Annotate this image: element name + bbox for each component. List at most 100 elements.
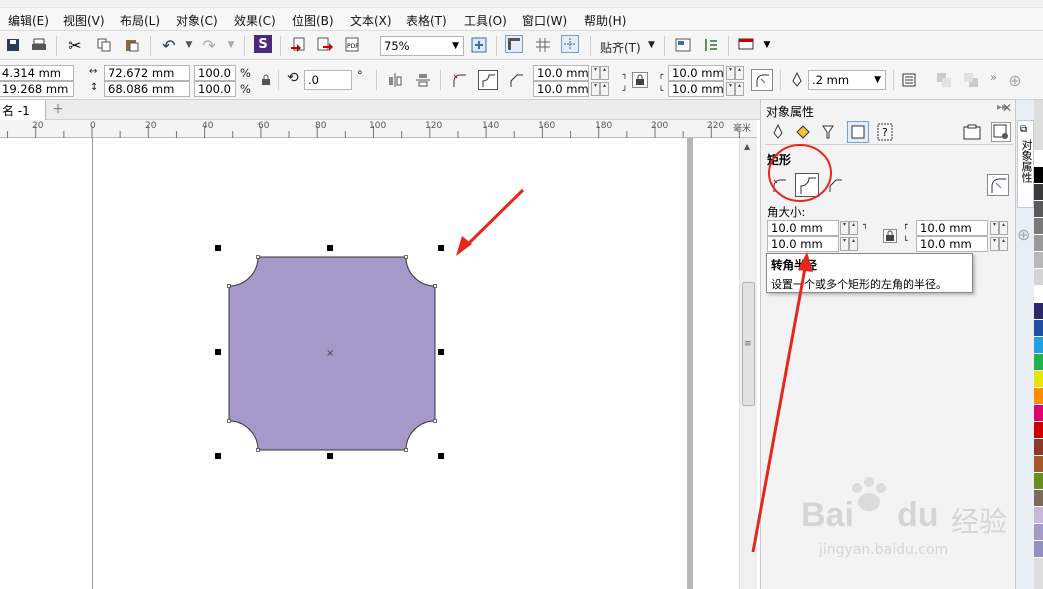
rulers-toggle-icon[interactable]: [505, 35, 523, 53]
lock-corners-icon[interactable]: [883, 229, 897, 243]
corner-tl-spinner-up[interactable]: ▴: [849, 221, 858, 235]
color-swatch[interactable]: [1034, 150, 1043, 167]
cut-icon[interactable]: ✂: [66, 36, 84, 55]
welcome-screen-icon[interactable]: [737, 36, 755, 54]
corner-tr-spinner[interactable]: ▾: [726, 66, 735, 80]
color-swatch[interactable]: [1034, 541, 1043, 558]
corner-radius-bottom-left[interactable]: 10.0 mm: [533, 81, 589, 97]
summary-tab-icon[interactable]: ?: [877, 123, 893, 144]
corner-tl-spinner-up[interactable]: ▴: [600, 66, 609, 80]
color-swatch[interactable]: [1034, 405, 1043, 422]
redo-icon[interactable]: ↷: [200, 36, 218, 55]
welcome-dropdown-icon[interactable]: ▼: [758, 36, 776, 54]
menu-edit[interactable]: 编辑(E): [8, 12, 49, 29]
corner-radius-top-left[interactable]: 10.0 mm: [533, 65, 589, 81]
color-swatch[interactable]: [1034, 252, 1043, 269]
corner-radius-top-right[interactable]: 10.0 mm: [916, 220, 988, 236]
menu-object[interactable]: 对象(C): [176, 12, 218, 29]
color-swatch[interactable]: [1034, 524, 1043, 541]
undo-dropdown-icon[interactable]: ▼: [180, 36, 198, 54]
menu-layout[interactable]: 布局(L): [120, 12, 160, 29]
color-swatch[interactable]: [1034, 422, 1043, 439]
color-swatch[interactable]: [1034, 184, 1043, 201]
copy-icon[interactable]: [95, 36, 113, 54]
corner-tl-spinner[interactable]: ▾: [840, 221, 849, 235]
height-field[interactable]: 68.086 mm: [104, 81, 190, 97]
add-docker-icon[interactable]: ⊕: [1017, 225, 1030, 244]
relative-corner-scaling-icon[interactable]: [751, 69, 773, 91]
corner-radius-bottom-right[interactable]: 10.0 mm: [916, 236, 988, 252]
menu-tools[interactable]: 工具(O): [464, 12, 507, 29]
corner-radius-bottom-right[interactable]: 10.0 mm: [668, 81, 724, 97]
color-swatch[interactable]: [1034, 337, 1043, 354]
color-swatch[interactable]: [1034, 490, 1043, 507]
corner-tr-spinner[interactable]: ▾: [990, 221, 999, 235]
color-swatch[interactable]: [1034, 218, 1043, 235]
menu-text[interactable]: 文本(X): [350, 12, 392, 29]
object-properties-side-tab[interactable]: ⧉ 对象属性: [1017, 120, 1034, 208]
color-swatch[interactable]: [1034, 439, 1043, 456]
frame-icon[interactable]: [963, 124, 981, 143]
close-icon[interactable]: ✕: [1002, 101, 1012, 115]
guidelines-toggle-icon[interactable]: [561, 35, 579, 53]
corner-br-spinner-up[interactable]: ▴: [999, 237, 1008, 251]
options-icon[interactable]: [674, 36, 692, 54]
rotation-field[interactable]: .0: [304, 70, 352, 90]
color-swatch[interactable]: [1034, 303, 1043, 320]
rectangle-tab-icon[interactable]: [847, 121, 869, 143]
menu-table[interactable]: 表格(T): [406, 12, 447, 29]
menu-window[interactable]: 窗口(W): [522, 12, 567, 29]
color-swatch[interactable]: [1034, 456, 1043, 473]
mirror-horizontal-icon[interactable]: [386, 71, 404, 89]
menu-effects[interactable]: 效果(C): [234, 12, 276, 29]
menu-help[interactable]: 帮助(H): [584, 12, 626, 29]
corner-tl-spinner[interactable]: ▾: [591, 66, 600, 80]
undo-icon[interactable]: ↶: [160, 36, 178, 55]
drawing-canvas[interactable]: ▲ ≡ ×: [0, 138, 757, 589]
more-options-icon[interactable]: »: [990, 70, 997, 84]
corner-tr-spinner-up[interactable]: ▴: [735, 66, 744, 80]
color-swatch[interactable]: [1034, 235, 1043, 252]
corner-radius-top-left[interactable]: 10.0 mm: [767, 220, 839, 236]
color-swatch[interactable]: [1034, 371, 1043, 388]
color-swatch[interactable]: [1034, 473, 1043, 490]
menu-view[interactable]: 视图(V): [63, 12, 105, 29]
corel-search-icon[interactable]: S: [254, 35, 272, 53]
chamfered-corner-icon[interactable]: [507, 71, 525, 89]
corner-tr-spinner-up[interactable]: ▴: [999, 221, 1008, 235]
corner-bl-spinner[interactable]: ▾: [840, 237, 849, 251]
application-launcher-icon[interactable]: [702, 36, 720, 54]
corner-radius-top-right[interactable]: 10.0 mm: [668, 65, 724, 81]
width-field[interactable]: 72.672 mm: [104, 65, 190, 81]
import-icon[interactable]: [289, 36, 307, 54]
color-swatch[interactable]: [1034, 388, 1043, 405]
to-back-icon[interactable]: [962, 71, 980, 89]
corner-bl-spinner-up[interactable]: ▴: [600, 82, 609, 96]
color-swatch[interactable]: [1034, 201, 1043, 218]
round-corner-icon[interactable]: [450, 71, 468, 89]
color-swatch[interactable]: [1034, 320, 1043, 337]
scroll-up-icon[interactable]: ▲: [744, 142, 750, 151]
grid-toggle-icon[interactable]: [534, 36, 552, 54]
snap-to-button[interactable]: 贴齐(T): [600, 39, 641, 56]
scale-x-field[interactable]: 100.0: [194, 65, 236, 81]
zoom-fit-icon[interactable]: [470, 36, 488, 54]
to-front-icon[interactable]: [935, 71, 953, 89]
export-icon[interactable]: [316, 36, 334, 54]
snap-dropdown-icon[interactable]: ▼: [648, 40, 655, 50]
lock-corners-icon[interactable]: [632, 72, 648, 88]
outline-width-select[interactable]: .2 mm ▼: [808, 70, 886, 90]
color-swatch[interactable]: [1034, 286, 1043, 303]
publish-pdf-icon[interactable]: PDF: [344, 36, 362, 54]
wrap-text-icon[interactable]: [901, 71, 919, 89]
paste-icon[interactable]: [123, 36, 141, 54]
new-document-tab-icon[interactable]: +: [50, 101, 66, 117]
document-tab[interactable]: 名 -1: [0, 100, 46, 120]
corner-br-spinner[interactable]: ▾: [726, 82, 735, 96]
save-icon[interactable]: [4, 36, 22, 54]
scalloped-corner-icon[interactable]: [478, 70, 498, 90]
wrap-options-icon[interactable]: [991, 122, 1011, 142]
color-swatch[interactable]: [1034, 167, 1043, 184]
corner-bl-spinner-up[interactable]: ▴: [849, 237, 858, 251]
lock-ratio-icon[interactable]: [257, 71, 275, 89]
